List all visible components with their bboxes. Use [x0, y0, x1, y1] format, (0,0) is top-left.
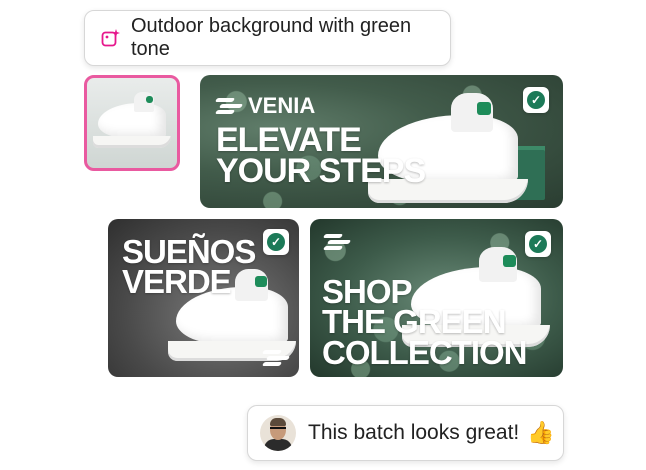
check-icon: ✓ — [267, 233, 285, 251]
banner-headline: SUEÑOS VERDE — [122, 233, 256, 301]
venia-logo-icon — [214, 97, 244, 115]
banner-suenos-verde[interactable]: SUEÑOS VERDE ✓ — [108, 219, 299, 377]
check-icon: ✓ — [529, 235, 547, 253]
comment-chip[interactable]: This batch looks great! 👍 — [247, 405, 564, 461]
banner-venia-elevate[interactable]: VENIA ELEVATE YOUR STEPS ✓ — [200, 75, 563, 208]
prompt-text: Outdoor background with green tone — [131, 15, 412, 60]
selected-checkbox[interactable]: ✓ — [523, 87, 549, 113]
reference-thumbnail[interactable] — [84, 75, 180, 171]
selected-checkbox[interactable]: ✓ — [525, 231, 551, 257]
prompt-chip[interactable]: Outdoor background with green tone — [84, 10, 451, 66]
comment-text: This batch looks great! — [308, 421, 520, 444]
banner-shop-green[interactable]: SHOP THE GREEN COLLECTION ✓ — [310, 219, 563, 377]
banner-headline: ELEVATE YOUR STEPS — [216, 121, 426, 191]
sparkle-image-icon — [101, 28, 121, 48]
banner-headline: SHOP THE GREEN COLLECTION — [322, 273, 527, 371]
check-icon: ✓ — [527, 91, 545, 109]
thumbs-up-icon: 👍 — [527, 420, 555, 445]
venia-logo-icon — [322, 233, 352, 251]
user-avatar — [260, 415, 296, 451]
venia-logo-icon — [261, 349, 291, 367]
sneaker-image — [93, 92, 171, 148]
brand-logo: VENIA — [214, 93, 316, 119]
selected-checkbox[interactable]: ✓ — [263, 229, 289, 255]
brand-name: VENIA — [248, 93, 316, 118]
